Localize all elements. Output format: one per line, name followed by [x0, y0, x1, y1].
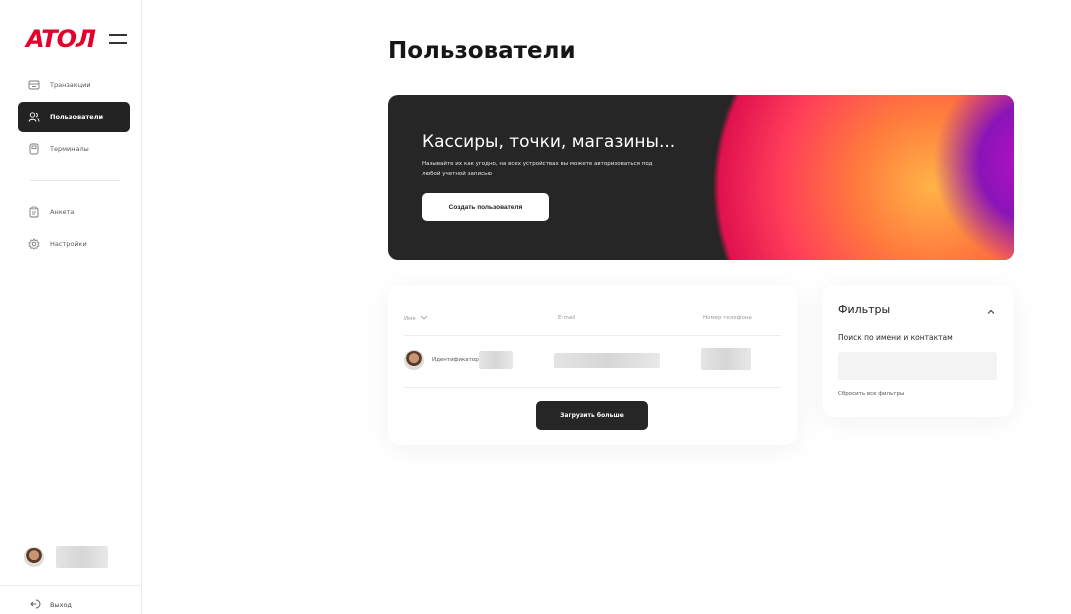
logout-icon: [30, 598, 42, 612]
column-header-email: E-mail: [558, 315, 576, 321]
sidebar-item-label: Анкета: [50, 208, 75, 216]
sidebar-item-label: Терминалы: [50, 145, 89, 153]
create-user-button[interactable]: Создать пользователя: [422, 193, 549, 221]
row-id-redacted: [479, 351, 513, 369]
sidebar: ATOЛ Транзакции Пользователи Терминалы А…: [0, 0, 142, 614]
sidebar-nav-bottom: Анкета Настройки: [18, 197, 130, 261]
logout-divider: [0, 585, 142, 586]
filters-title: Фильтры: [838, 303, 891, 316]
column-header-name[interactable]: Имя: [404, 315, 428, 322]
users-icon: [28, 111, 40, 123]
sidebar-nav-top: Транзакции Пользователи Терминалы: [18, 70, 130, 166]
user-name-redacted: [56, 546, 108, 568]
burger-icon[interactable]: [108, 34, 127, 44]
table-row[interactable]: Идентификатор:: [404, 345, 781, 375]
terminal-icon: [28, 143, 40, 155]
row-phone-redacted: [701, 348, 751, 370]
sidebar-item-label: Пользователи: [50, 113, 104, 121]
sidebar-item-label: Настройки: [50, 240, 87, 248]
table-divider: [404, 387, 781, 388]
logout-label: Выход: [50, 601, 72, 609]
hero-banner: Кассиры, точки, магазины... Называйте их…: [388, 95, 1014, 260]
chevron-down-icon: [420, 315, 428, 322]
row-id-label: Идентификатор:: [432, 357, 481, 363]
atol-logo[interactable]: ATOЛ: [26, 25, 96, 53]
hero-subtitle: Называйте их как угодно, на всех устройс…: [422, 161, 653, 177]
search-input[interactable]: [838, 352, 997, 380]
sidebar-item-label: Транзакции: [50, 81, 91, 89]
sidebar-item-transactions[interactable]: Транзакции: [18, 70, 130, 100]
sidebar-item-terminals[interactable]: Терминалы: [18, 134, 130, 164]
chevron-up-icon[interactable]: [985, 303, 997, 315]
filters-panel: Фильтры Поиск по имени и контактам Сброс…: [822, 285, 1013, 417]
avatar: [24, 547, 44, 567]
sidebar-item-settings[interactable]: Настройки: [18, 229, 130, 259]
search-label: Поиск по имени и контактам: [838, 333, 953, 342]
reset-filters-link[interactable]: Сбросить все фильтры: [838, 391, 904, 397]
hero-title: Кассиры, точки, магазины...: [422, 132, 676, 152]
sidebar-item-users[interactable]: Пользователи: [18, 102, 130, 132]
page-title: Пользователи: [388, 38, 576, 64]
row-email-redacted: [554, 353, 660, 368]
logout-button[interactable]: Выход: [30, 598, 72, 612]
hero-gradient-accent: [928, 95, 1014, 260]
logo-row: ATOЛ: [26, 25, 127, 53]
sidebar-divider: [30, 180, 120, 181]
sidebar-item-questionnaire[interactable]: Анкета: [18, 197, 130, 227]
column-header-name-label: Имя: [404, 316, 416, 322]
avatar: [404, 350, 424, 370]
table-divider: [404, 335, 781, 336]
load-more-button[interactable]: Загрузить больше: [536, 401, 648, 430]
column-header-phone: Номер телефона: [703, 315, 752, 321]
gear-icon: [28, 238, 40, 250]
user-profile[interactable]: [24, 546, 108, 568]
receipt-icon: [28, 79, 40, 91]
users-table: Имя E-mail Номер телефона Идентификатор:…: [388, 285, 797, 445]
clipboard-icon: [28, 206, 40, 218]
